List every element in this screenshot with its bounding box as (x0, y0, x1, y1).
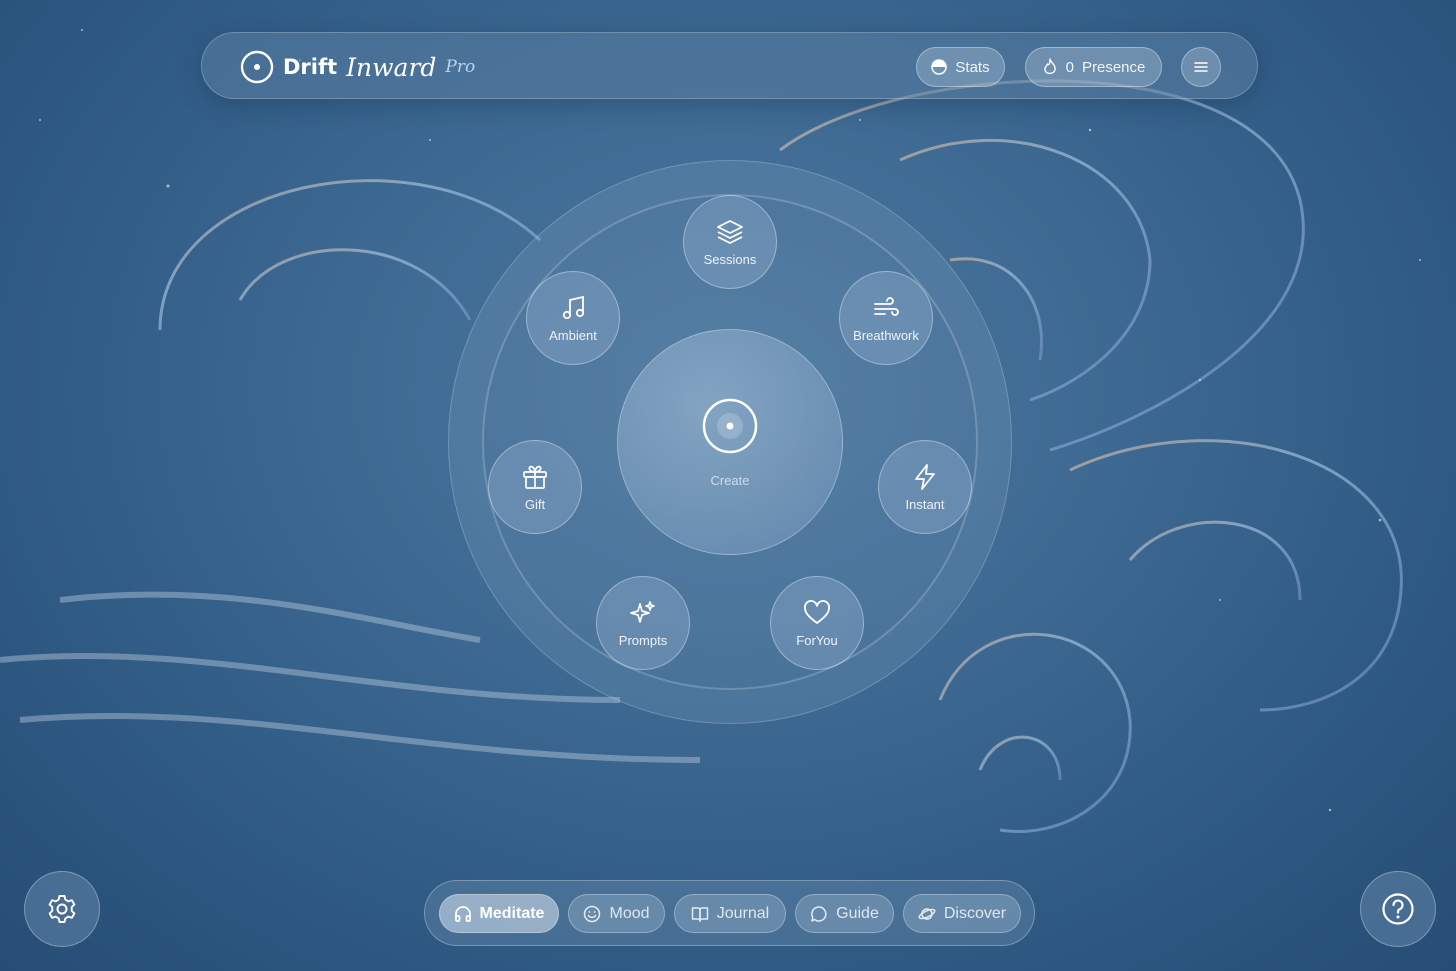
brand-word: Inward (346, 52, 437, 82)
foryou-button[interactable]: ForYou (770, 576, 864, 670)
brand-tier: Pro (445, 57, 476, 77)
breathwork-button[interactable]: Breathwork (839, 271, 933, 365)
headphones-icon (454, 905, 472, 923)
create-button[interactable]: Create (617, 329, 843, 555)
tab-journal-label: Journal (716, 904, 770, 922)
prompts-button[interactable]: Prompts (596, 576, 690, 670)
circle-dot-icon (701, 397, 759, 455)
tab-discover-label: Discover (943, 904, 1007, 922)
tab-meditate[interactable]: Meditate (439, 894, 559, 933)
bottom-nav: Meditate Mood Journal Guide Discover (424, 880, 1035, 946)
hamburger-menu-icon (1193, 60, 1209, 74)
sparkles-icon (629, 599, 657, 627)
stats-label: Stats (955, 58, 990, 76)
ambient-button[interactable]: Ambient (526, 271, 620, 365)
tab-discover[interactable]: Discover (903, 894, 1021, 933)
music-note-icon (559, 294, 587, 322)
layers-icon (716, 218, 744, 246)
tab-guide-label: Guide (836, 904, 879, 922)
instant-label: Instant (905, 496, 945, 512)
book-icon (691, 905, 709, 923)
tab-guide[interactable]: Guide (795, 894, 894, 933)
top-bar: Drift Inward Pro Stats 0 Presence (201, 32, 1258, 99)
half-circle-icon (931, 59, 948, 75)
heart-icon (803, 599, 831, 627)
smiley-icon (583, 905, 601, 923)
help-button[interactable] (1360, 871, 1436, 947)
stats-button[interactable]: Stats (916, 47, 1005, 87)
sessions-button[interactable]: Sessions (683, 195, 777, 289)
tab-mood[interactable]: Mood (568, 894, 665, 933)
lightning-icon (911, 463, 939, 491)
instant-button[interactable]: Instant (878, 440, 972, 534)
foryou-label: ForYou (796, 632, 838, 648)
prompts-label: Prompts (618, 632, 668, 648)
planet-icon (918, 905, 936, 923)
sessions-label: Sessions (703, 251, 757, 267)
tab-mood-label: Mood (609, 904, 650, 922)
tab-meditate-label: Meditate (479, 904, 545, 922)
brand-name: Drift (283, 55, 338, 79)
flame-icon (1042, 58, 1058, 76)
gift-icon (521, 463, 549, 491)
presence-count: 0 (1065, 58, 1074, 76)
circle-dot-icon (240, 50, 274, 84)
presence-button[interactable]: 0 Presence (1025, 47, 1162, 87)
ambient-label: Ambient (549, 327, 597, 343)
chat-bubble-icon (810, 905, 828, 923)
menu-button[interactable] (1181, 47, 1221, 87)
wind-icon (872, 294, 900, 322)
settings-button[interactable] (24, 871, 100, 947)
presence-label: Presence (1081, 58, 1146, 76)
gift-button[interactable]: Gift (488, 440, 582, 534)
breathwork-label: Breathwork (853, 327, 919, 343)
brand[interactable]: Drift Inward Pro (240, 49, 475, 85)
create-label: Create (710, 472, 750, 488)
gift-label: Gift (524, 496, 546, 512)
tab-journal[interactable]: Journal (674, 894, 786, 933)
gear-icon (46, 893, 78, 925)
question-circle-icon (1381, 892, 1415, 926)
